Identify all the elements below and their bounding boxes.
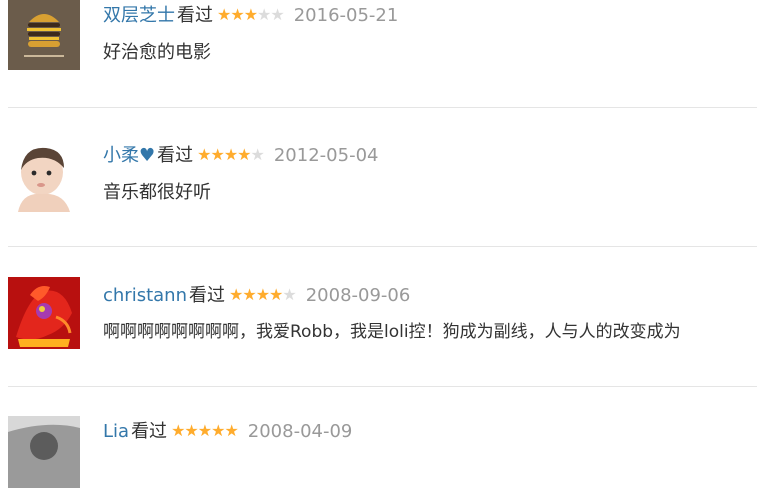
red-dragon-avatar[interactable] — [8, 277, 80, 349]
star-filled-icon: ★ — [242, 285, 256, 304]
username-link[interactable]: 小柔♥ — [103, 145, 155, 166]
star-filled-icon: ★ — [229, 285, 243, 304]
star-filled-icon: ★ — [210, 145, 224, 164]
review-date: 2012-05-04 — [273, 145, 379, 166]
star-filled-icon: ★ — [197, 421, 212, 440]
divider — [8, 107, 757, 108]
star-filled-icon: ★ — [230, 5, 244, 24]
review-comment: 好治愈的电影 — [103, 42, 211, 63]
star-empty-icon: ★ — [282, 285, 296, 304]
star-filled-icon: ★ — [237, 145, 251, 164]
star-filled-icon: ★ — [243, 5, 258, 24]
review-date: 2016-05-21 — [293, 5, 399, 26]
rating-stars: ★★★★★ — [171, 419, 239, 443]
rating-stars: ★★★★★ — [197, 143, 265, 167]
username-link[interactable]: christann — [103, 285, 187, 306]
divider — [8, 246, 757, 247]
rating-stars: ★★★★★ — [217, 3, 285, 27]
watched-label: 看过 — [189, 285, 225, 306]
star-filled-icon: ★ — [223, 145, 238, 164]
watched-label: 看过 — [157, 145, 194, 166]
watched-label: 看过 — [131, 421, 168, 442]
review-date: 2008-04-09 — [247, 421, 353, 442]
review-date: 2008-09-06 — [305, 285, 411, 306]
star-empty-icon: ★ — [270, 5, 284, 24]
review-list: 双层芝士 看过 ★★★★★ 2016-05-21 好治愈的电影 小柔♥ 看过 ★★★★★ 2… — [0, 0, 757, 488]
review-comment: 音乐都很好听 — [103, 182, 211, 203]
star-empty-icon: ★ — [250, 145, 265, 164]
divider — [8, 386, 757, 387]
star-filled-icon: ★ — [217, 5, 231, 24]
rating-stars: ★★★★★ — [229, 283, 297, 307]
username-link[interactable]: 双层芝士 — [103, 5, 175, 26]
star-filled-icon: ★ — [255, 285, 270, 304]
burger-icon — [8, 0, 80, 70]
grayscale-photo-icon — [8, 416, 80, 488]
baby-photo-avatar[interactable] — [8, 140, 80, 212]
watched-label: 看过 — [177, 5, 213, 26]
star-filled-icon: ★ — [211, 421, 225, 440]
star-filled-icon: ★ — [197, 145, 211, 164]
star-empty-icon: ★ — [257, 5, 271, 24]
star-filled-icon: ★ — [184, 421, 198, 440]
double-cheeseburger-avatar[interactable] — [8, 0, 80, 70]
review-header: 双层芝士 看过 ★★★★★ 2016-05-21 — [103, 3, 398, 28]
review-header: Lia 看过 ★★★★★ 2008-04-09 — [103, 419, 352, 444]
baby-photo-icon — [8, 140, 80, 212]
star-filled-icon: ★ — [224, 421, 238, 440]
grayscale-photo-avatar[interactable] — [8, 416, 80, 488]
red-dragon-icon — [8, 277, 80, 349]
username-link[interactable]: Lia — [103, 421, 129, 442]
star-filled-icon: ★ — [269, 285, 283, 304]
review-comment: 啊啊啊啊啊啊啊啊，我爱Robb，我是loli控！狗成为副线，人与人的改变成为 — [103, 322, 681, 342]
star-filled-icon: ★ — [171, 421, 185, 440]
review-header: 小柔♥ 看过 ★★★★★ 2012-05-04 — [103, 143, 378, 168]
review-header: christann 看过 ★★★★★ 2008-09-06 — [103, 283, 410, 308]
